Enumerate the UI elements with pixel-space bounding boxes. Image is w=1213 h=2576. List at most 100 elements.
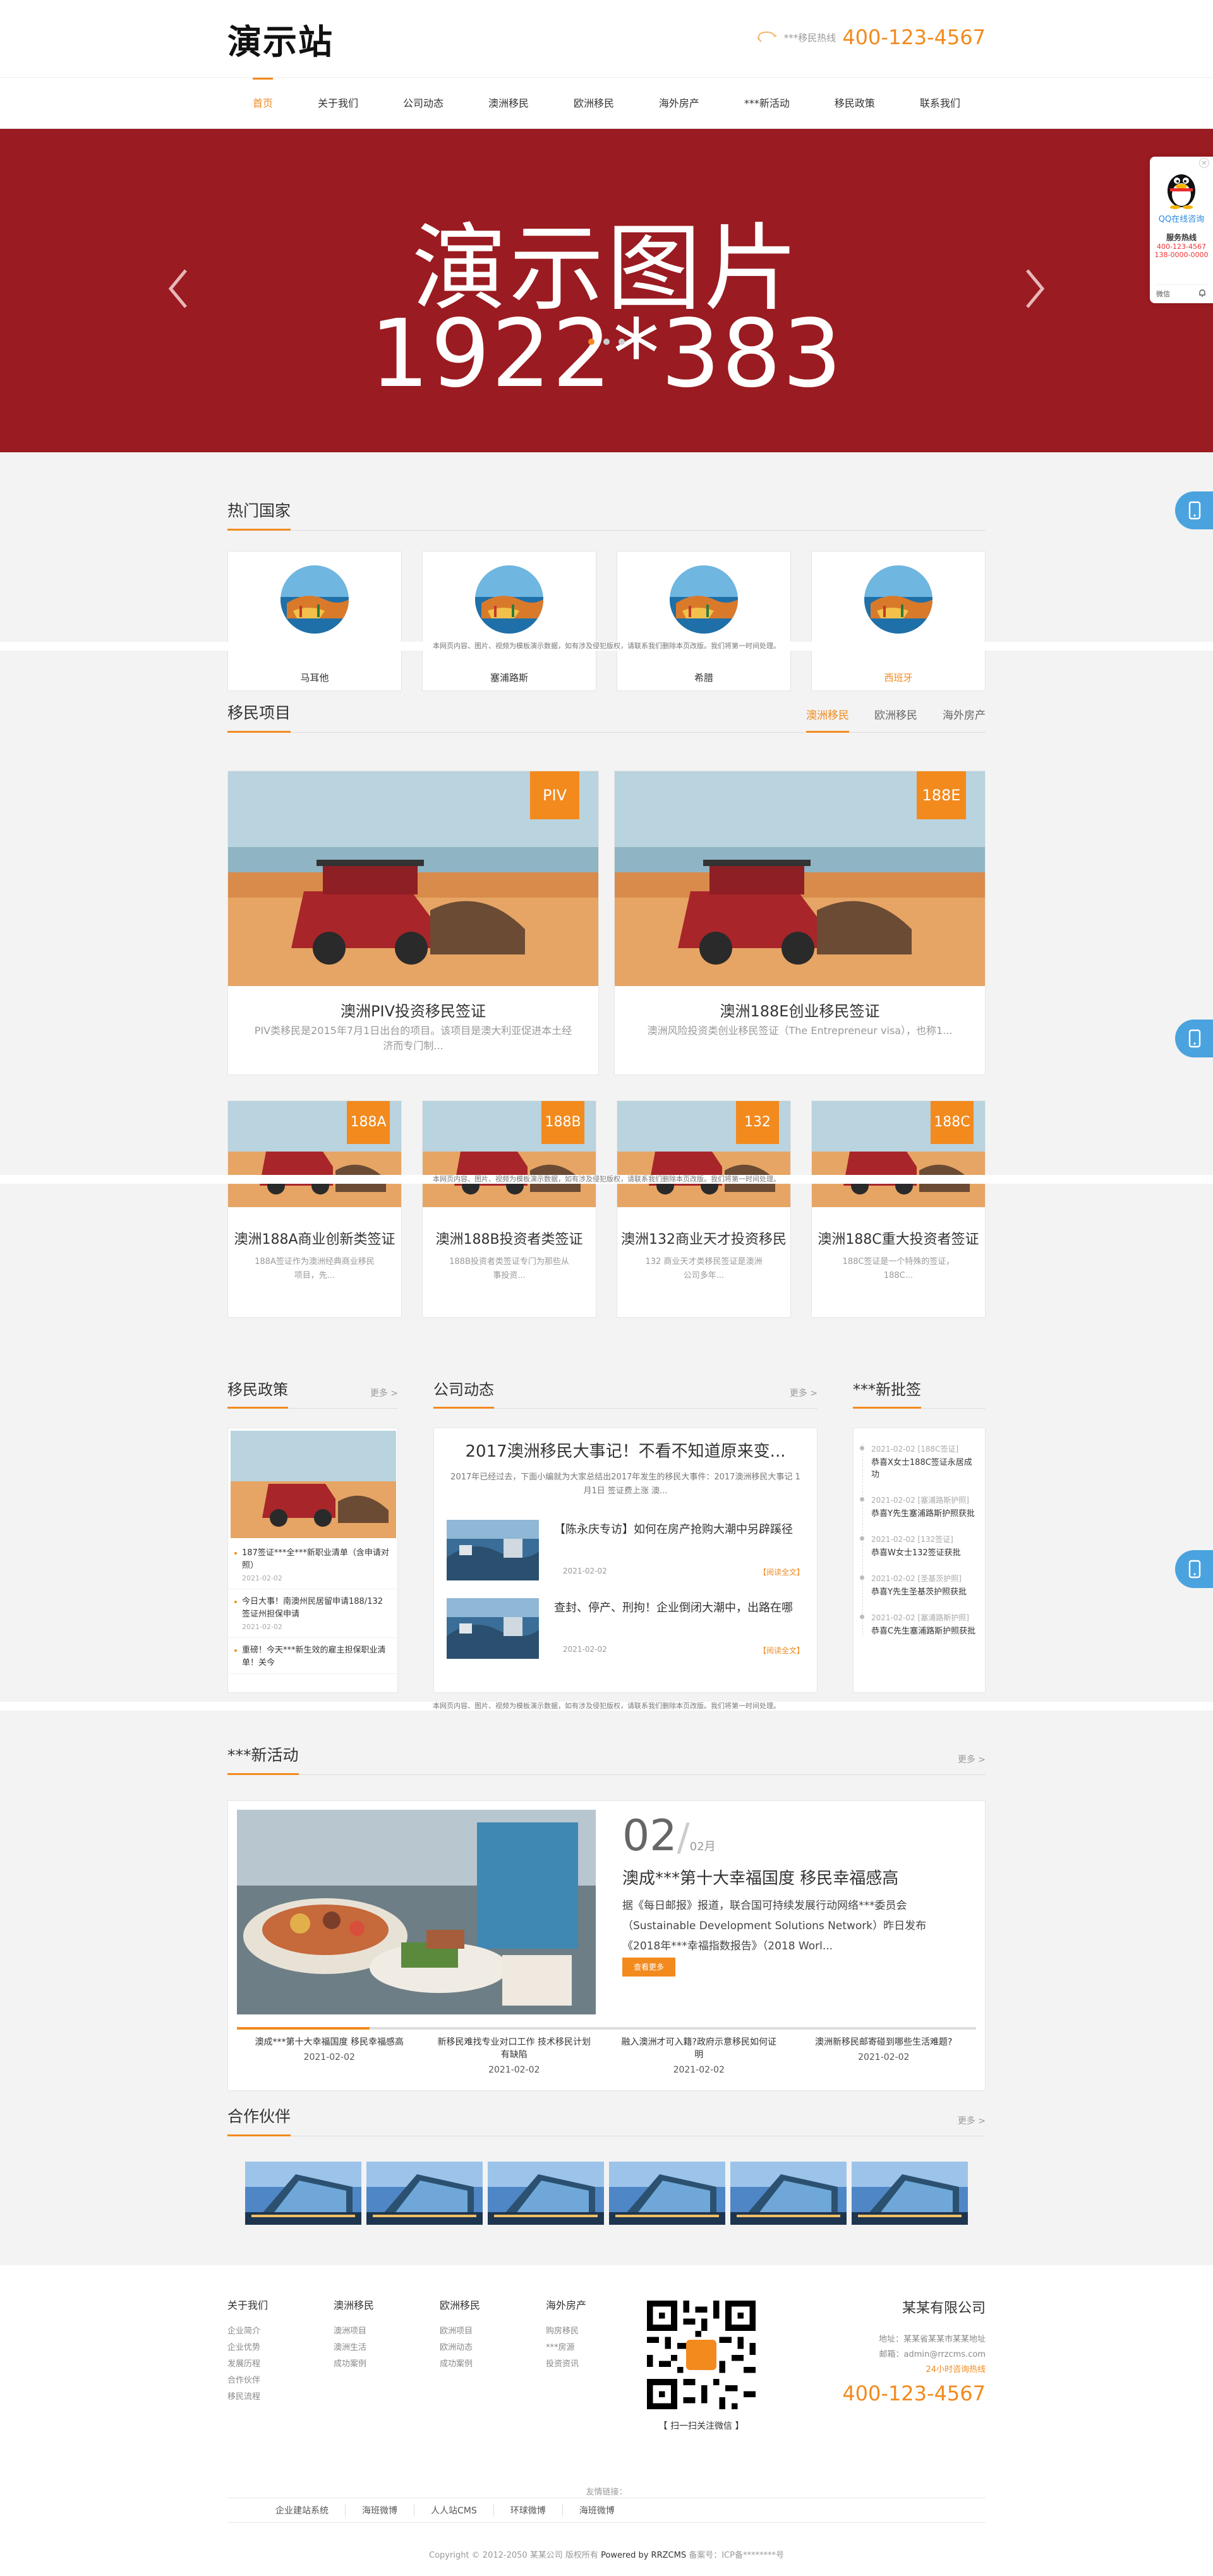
country-card[interactable]: 塞浦路斯 (422, 551, 596, 691)
partner-logo[interactable] (609, 2162, 725, 2225)
nav-item-company-news[interactable]: 公司动态 (397, 78, 450, 129)
company-email[interactable]: 邮箱：admin@rrzcms.com (842, 2347, 986, 2362)
read-more-link[interactable]: 【阅读全文】 (759, 1645, 804, 1656)
tab-property[interactable]: 海外房产 (943, 706, 986, 733)
icp-number[interactable]: 备案号：ICP备********号 (689, 2551, 784, 2560)
list-item[interactable]: 2021-02-02 [塞浦路斯护照] 恭喜Y先生塞浦路斯护照获批 (860, 1495, 977, 1519)
list-item[interactable]: 187签证***全***新职业清单（含申请对照） 2021-02-02 (228, 1541, 397, 1589)
project-card[interactable]: 188A 澳洲188A商业创新类签证 188A签证作为澳洲经典商业移民项目，先.… (227, 1100, 402, 1318)
partner-logo[interactable] (488, 2162, 604, 2225)
footer-link[interactable]: 企业简介 (227, 2323, 334, 2340)
list-item[interactable]: 重磅！今天***新生效的雇主担保职业清单！关今 (228, 1638, 397, 1674)
footer-column-title[interactable]: 欧洲移民 (440, 2297, 546, 2312)
activity-title[interactable]: 澳成***第十大幸福国度 移民幸福感高 (622, 1865, 898, 1889)
activity-tab[interactable]: 新移民难找专业对口工作 技术移民计划有缺陷 2021-02-02 (422, 2036, 607, 2076)
bell-icon[interactable] (1198, 289, 1207, 299)
side-phone-button[interactable] (1175, 1550, 1213, 1588)
project-title[interactable]: 澳洲132商业天才投资移民 (617, 1230, 790, 1250)
nav-item-activities[interactable]: ***新活动 (738, 78, 796, 129)
qq-penguin-icon[interactable] (1162, 166, 1200, 210)
list-item[interactable]: 2021-02-02 [塞浦路斯护照] 恭喜C先生塞浦路斯护照获批 (860, 1612, 977, 1636)
footer-link[interactable]: 购房移民 (546, 2323, 652, 2340)
partner-logo[interactable] (366, 2162, 483, 2225)
banner-dot[interactable] (603, 339, 610, 345)
footer-link[interactable]: 欧洲项目 (440, 2323, 546, 2340)
nav-item-overseas-property[interactable]: 海外房产 (653, 78, 706, 129)
site-logo[interactable]: 演示站 (227, 14, 334, 64)
footer-link[interactable]: 成功案例 (334, 2356, 440, 2373)
footer-link[interactable]: 发展历程 (227, 2356, 334, 2373)
list-item[interactable]: 2021-02-02 [132签证] 恭喜W女士132签证获批 (860, 1534, 977, 1558)
country-card[interactable]: 马耳他 (227, 551, 402, 691)
project-title[interactable]: 澳洲188A商业创新类签证 (228, 1230, 401, 1250)
footer-column-title[interactable]: 海外房产 (546, 2297, 652, 2312)
partner-logo[interactable] (245, 2162, 361, 2225)
nav-item-policy[interactable]: 移民政策 (828, 78, 881, 129)
more-link[interactable]: 更多 > (958, 2114, 986, 2127)
nav-item-europe[interactable]: 欧洲移民 (567, 78, 620, 129)
footer-link[interactable]: 欧洲动态 (440, 2340, 546, 2356)
friend-link[interactable]: 环球微博 (494, 2504, 563, 2517)
footer-link[interactable]: 移民流程 (227, 2389, 334, 2405)
project-title[interactable]: 澳洲188C重大投资者签证 (812, 1230, 985, 1250)
tab-australia[interactable]: 澳洲移民 (806, 706, 849, 733)
qq-label[interactable]: QQ在线咨询 (1150, 212, 1213, 224)
activity-image[interactable] (237, 1810, 596, 2014)
friend-link[interactable]: 企业建站系统 (259, 2504, 346, 2517)
banner-prev-arrow-icon[interactable] (166, 267, 191, 311)
footer-link[interactable]: ***房源 (546, 2340, 652, 2356)
friend-link[interactable]: 海班微博 (563, 2504, 631, 2517)
friend-link[interactable]: 人人站CMS (414, 2504, 494, 2517)
read-more-link[interactable]: 【阅读全文】 (759, 1567, 804, 1577)
project-title[interactable]: 澳洲188E创业移民签证 (615, 999, 985, 1021)
activity-tab[interactable]: 澳洲新移民邮寄碰到哪些生活难题? 2021-02-02 (792, 2036, 977, 2076)
nav-item-about[interactable]: 关于我们 (311, 78, 365, 129)
news-item-title[interactable]: 查封、停产、刑拘！企业倒闭大潮中，出路在哪 (554, 1599, 804, 1617)
banner-next-arrow-icon[interactable] (1022, 267, 1047, 311)
powered-by[interactable]: Powered by RRZCMS (601, 2551, 686, 2560)
footer-link[interactable]: 投资资讯 (546, 2356, 652, 2373)
nav-item-contact[interactable]: 联系我们 (914, 78, 967, 129)
list-item[interactable]: 2021-02-02 [188C签证] 恭喜X女士188C签证永居成功 (860, 1443, 977, 1479)
news-headline[interactable]: 2017澳洲移民大事记！不看不知道原来变... (447, 1438, 804, 1462)
nav-item-home[interactable]: 首页 (246, 78, 279, 129)
project-card[interactable]: 188E 澳洲188E创业移民签证 澳洲风险投资类创业移民签证（The Entr… (614, 771, 986, 1075)
footer-link[interactable]: 企业优势 (227, 2340, 334, 2356)
nav-item-australia[interactable]: 澳洲移民 (482, 78, 535, 129)
close-icon[interactable]: × (1199, 158, 1209, 168)
footer-link[interactable]: 澳洲生活 (334, 2340, 440, 2356)
list-item[interactable]: 今日大事！南澳州民居留申请188/132签证州担保申请 2021-02-02 (228, 1589, 397, 1638)
policy-image[interactable] (231, 1431, 396, 1538)
project-title[interactable]: 澳洲PIV投资移民签证 (228, 999, 598, 1021)
more-link[interactable]: 更多 > (370, 1387, 398, 1399)
footer-link[interactable]: 成功案例 (440, 2356, 546, 2373)
view-more-button[interactable]: 查看更多 (622, 1958, 675, 1977)
footer-link[interactable]: 合作伙伴 (227, 2373, 334, 2389)
banner-dot[interactable] (619, 339, 625, 345)
partner-logo[interactable] (852, 2162, 968, 2225)
country-card[interactable]: 希腊 (617, 551, 791, 691)
more-link[interactable]: 更多 > (958, 1753, 986, 1766)
footer-link[interactable]: 澳洲项目 (334, 2323, 440, 2340)
country-card[interactable]: 西班牙 (811, 551, 986, 691)
activity-tab[interactable]: 融入澳洲才可入籍?政府示意移民如何证明 2021-02-02 (606, 2036, 792, 2076)
side-phone-button[interactable] (1175, 491, 1213, 529)
tab-europe[interactable]: 欧洲移民 (874, 706, 917, 733)
banner-dot[interactable] (588, 339, 594, 345)
news-item-title[interactable]: 【陈永庆专访】如何在房产抢购大潮中另辟蹊径 (554, 1521, 804, 1539)
activity-tab[interactable]: 澳成***第十大幸福国度 移民幸福感高 2021-02-02 (237, 2036, 422, 2076)
wechat-label[interactable]: 微信 (1156, 289, 1170, 299)
list-item[interactable]: 2021-02-02 [圣基茨护照] 恭喜Y先生圣基茨护照获批 (860, 1573, 977, 1597)
more-link[interactable]: 更多 > (790, 1387, 818, 1399)
footer-column-title[interactable]: 关于我们 (227, 2297, 334, 2312)
side-phone-button[interactable] (1175, 1020, 1213, 1057)
project-card[interactable]: 188C 澳洲188C重大投资者签证 188C签证是一个特殊的签证，188C..… (811, 1100, 986, 1318)
news-item[interactable]: 查封、停产、刑拘！企业倒闭大潮中，出路在哪 2021-02-02 【阅读全文】 (447, 1586, 804, 1659)
footer-column-title[interactable]: 澳洲移民 (334, 2297, 440, 2312)
news-item[interactable]: 【陈永庆专访】如何在房产抢购大潮中另辟蹊径 2021-02-02 【阅读全文】 (447, 1507, 804, 1580)
partner-logo[interactable] (730, 2162, 847, 2225)
project-card[interactable]: PIV 澳洲PIV投资移民签证 PIV类移民是2015年7月1日出台的项目。该项… (227, 771, 599, 1075)
project-title[interactable]: 澳洲188B投资者类签证 (423, 1230, 596, 1250)
project-card[interactable]: 132 澳洲132商业天才投资移民 132 商业天才类移民签证是澳洲公司多年..… (617, 1100, 791, 1318)
friend-link[interactable]: 海班微博 (346, 2504, 414, 2517)
